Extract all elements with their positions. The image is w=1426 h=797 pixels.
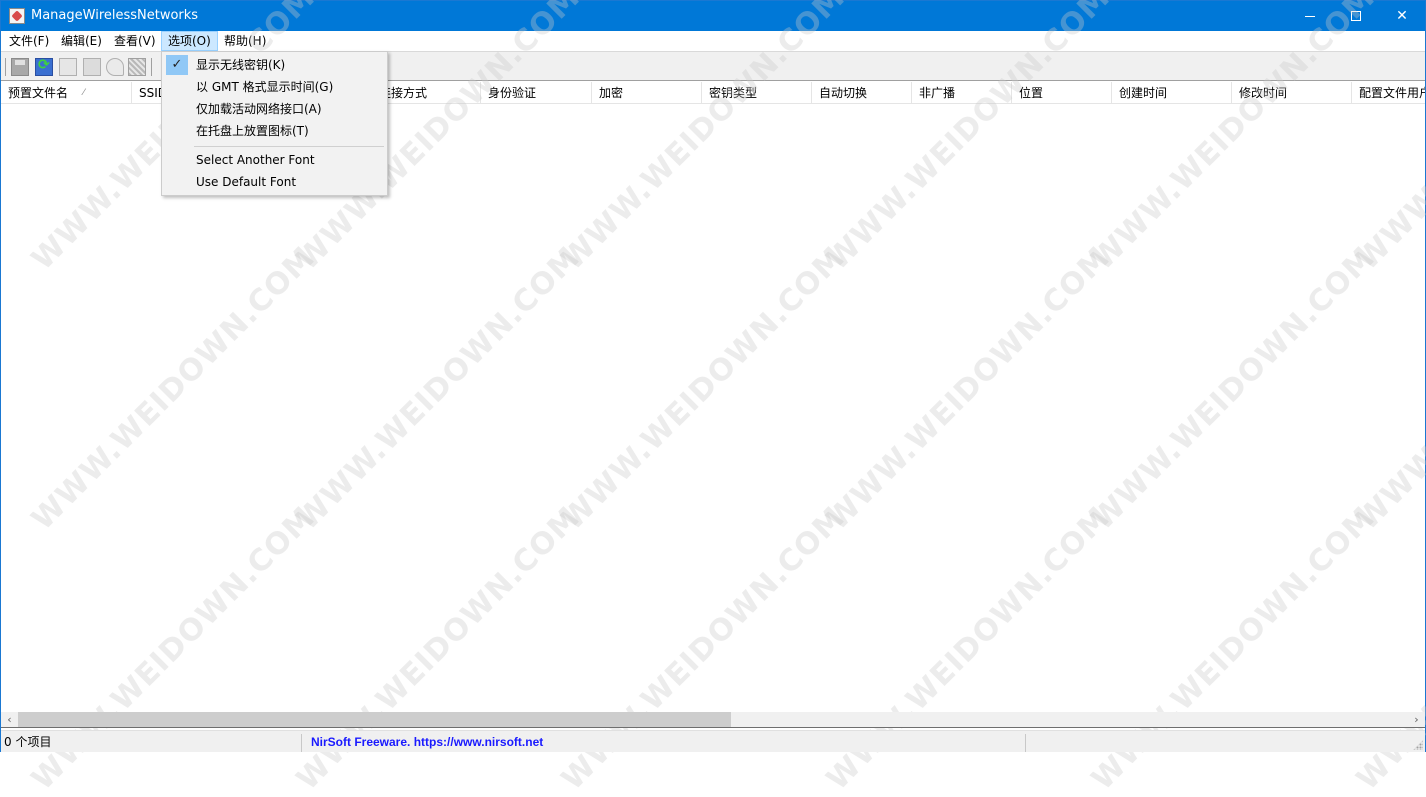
menu-item-default-font[interactable]: Use Default Font xyxy=(164,171,385,193)
scrollbar-thumb[interactable] xyxy=(18,712,731,727)
column-label: 预置文件名 xyxy=(8,86,69,100)
column-created-time[interactable]: 创建时间 xyxy=(1112,82,1232,103)
menu-item-active-interfaces-only[interactable]: 仅加载活动网络接口(A) xyxy=(164,98,385,120)
window-title: ManageWirelessNetworks xyxy=(31,8,199,23)
menu-edit[interactable]: 编辑(E) xyxy=(55,31,108,51)
item-count: 0 个项目 xyxy=(4,735,52,749)
scroll-right-icon[interactable]: › xyxy=(1408,712,1425,728)
toolbar-separator xyxy=(151,58,152,76)
column-encryption[interactable]: 加密 xyxy=(592,82,702,103)
save-icon[interactable] xyxy=(11,58,29,76)
status-divider xyxy=(1025,734,1026,752)
options-menu-dropdown: ✓ 显示无线密钥(K) 以 GMT 格式显示时间(G) 仅加载活动网络接口(A)… xyxy=(161,51,388,196)
sort-indicator-icon: ⁄ xyxy=(83,88,85,98)
nirsoft-link[interactable]: NirSoft Freeware. https://www.nirsoft.ne… xyxy=(303,733,543,752)
menu-separator xyxy=(194,146,384,147)
title-bar[interactable]: ManageWirelessNetworks ✕ xyxy=(1,1,1425,31)
column-authentication[interactable]: 身份验证 xyxy=(481,82,592,103)
menu-file[interactable]: 文件(F) xyxy=(3,31,55,51)
qr-code-icon[interactable] xyxy=(128,58,146,76)
horizontal-scrollbar[interactable]: ‹ › xyxy=(1,712,1425,728)
maximize-button[interactable] xyxy=(1333,1,1379,31)
column-profile-user[interactable]: 配置文件用户 xyxy=(1352,82,1425,103)
app-icon xyxy=(9,8,25,24)
menu-item-select-font[interactable]: Select Another Font xyxy=(164,149,385,171)
menu-item-show-wireless-key[interactable]: ✓ 显示无线密钥(K) xyxy=(164,54,385,76)
minimize-icon xyxy=(1305,15,1315,17)
column-key-type[interactable]: 密钥类型 xyxy=(702,82,812,103)
column-auto-switch[interactable]: 自动切换 xyxy=(812,82,912,103)
copy-icon[interactable] xyxy=(59,58,77,76)
menu-view[interactable]: 查看(V) xyxy=(108,31,162,51)
find-icon[interactable] xyxy=(106,58,124,76)
menu-item-gmt-time[interactable]: 以 GMT 格式显示时间(G) xyxy=(164,76,385,98)
scroll-left-icon[interactable]: ‹ xyxy=(1,712,18,728)
menu-options[interactable]: 选项(O) xyxy=(161,31,218,51)
column-non-broadcast[interactable]: 非广播 xyxy=(912,82,1012,103)
resize-grip-icon[interactable] xyxy=(1413,740,1423,750)
close-button[interactable]: ✕ xyxy=(1379,1,1425,31)
column-profile-name[interactable]: 预置文件名 ⁄ xyxy=(1,82,132,103)
app-window: ManageWirelessNetworks ✕ 文件(F) 编辑(E) 查看(… xyxy=(0,0,1426,797)
menu-help[interactable]: 帮助(H) xyxy=(218,31,272,51)
checkmark-icon: ✓ xyxy=(166,55,188,75)
menu-item-label: 显示无线密钥(K) xyxy=(196,58,286,72)
column-modified-time[interactable]: 修改时间 xyxy=(1232,82,1352,103)
properties-icon[interactable] xyxy=(83,58,101,76)
refresh-icon[interactable] xyxy=(35,57,53,76)
minimize-button[interactable] xyxy=(1287,1,1333,31)
maximize-icon xyxy=(1351,11,1361,21)
status-divider xyxy=(301,734,302,752)
menu-item-tray-icon[interactable]: 在托盘上放置图标(T) xyxy=(164,120,385,142)
column-location[interactable]: 位置 xyxy=(1012,82,1112,103)
column-connection-mode[interactable]: 连接方式 xyxy=(372,82,481,103)
toolbar-separator xyxy=(5,58,6,76)
close-icon: ✕ xyxy=(1396,8,1408,24)
status-bar: 0 个项目 NirSoft Freeware. https://www.nirs… xyxy=(1,730,1425,752)
menu-bar: 文件(F) 编辑(E) 查看(V) 选项(O) 帮助(H) xyxy=(1,31,1425,51)
